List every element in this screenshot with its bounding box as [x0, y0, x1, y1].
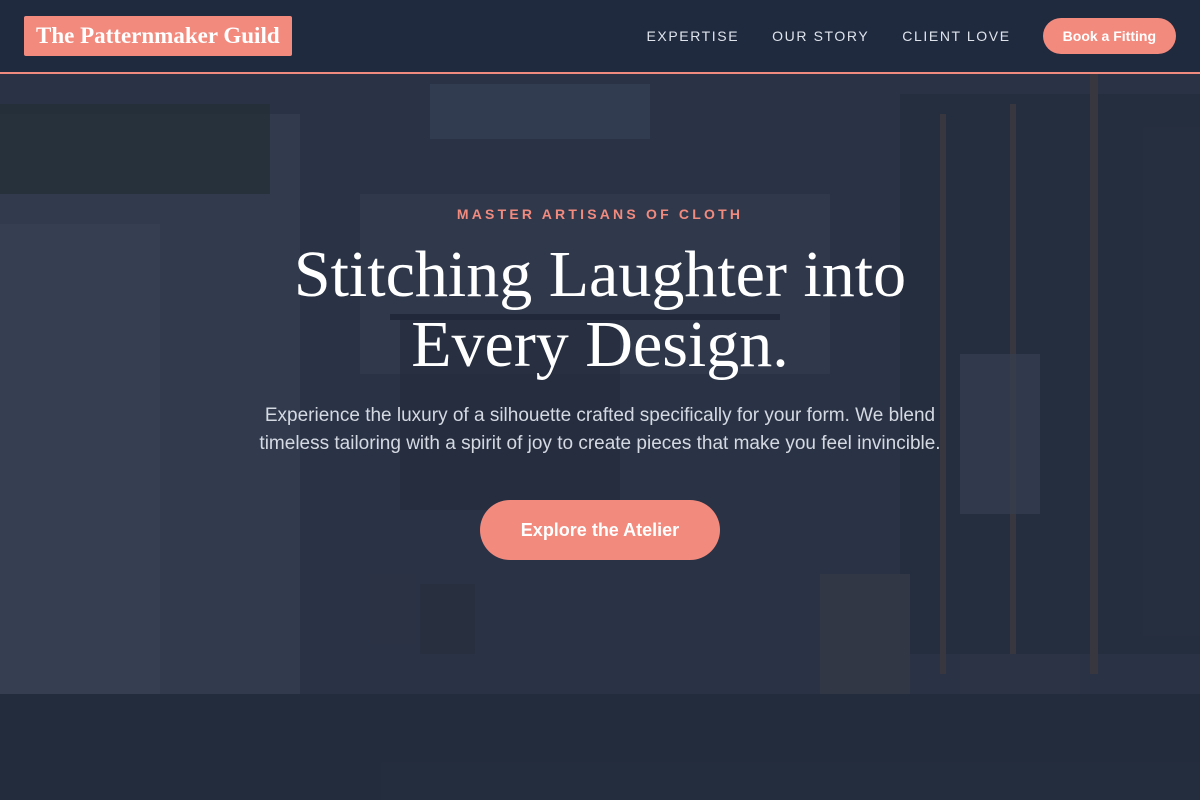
nav-link-our-story[interactable]: OUR STORY [772, 28, 869, 44]
nav-link-client-love[interactable]: CLIENT LOVE [902, 28, 1010, 44]
hero-content: MASTER ARTISANS OF CLOTH Stitching Laugh… [0, 74, 1200, 800]
explore-atelier-button[interactable]: Explore the Atelier [480, 500, 720, 560]
site-logo[interactable]: The Patternmaker Guild [24, 16, 292, 56]
hero-section: MASTER ARTISANS OF CLOTH Stitching Laugh… [0, 74, 1200, 800]
main-nav: EXPERTISE OUR STORY CLIENT LOVE Book a F… [613, 18, 1176, 54]
site-header: The Patternmaker Guild EXPERTISE OUR STO… [0, 0, 1200, 74]
hero-eyebrow: MASTER ARTISANS OF CLOTH [456, 206, 744, 222]
book-fitting-button[interactable]: Book a Fitting [1042, 18, 1176, 54]
hero-headline: Stitching Laughter into Every Design. [293, 238, 907, 381]
nav-link-expertise[interactable]: EXPERTISE [646, 28, 739, 44]
hero-description: Experience the luxury of a silhouette cr… [259, 405, 941, 454]
